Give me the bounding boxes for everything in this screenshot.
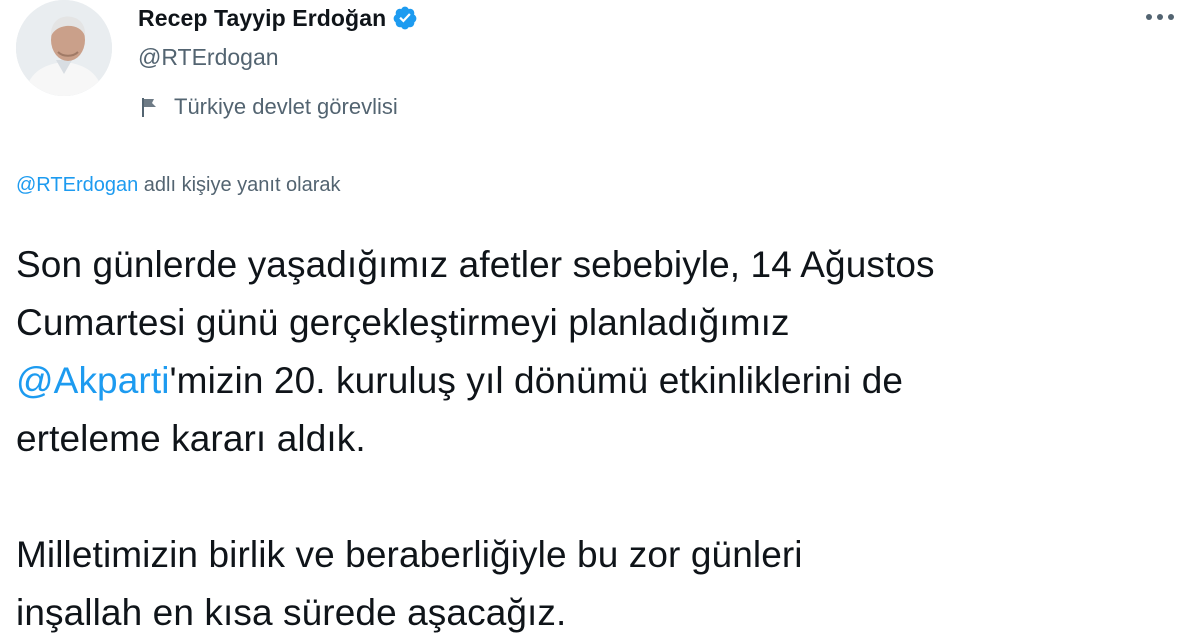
tweet-line: Son günlerde yaşadığımız afetler sebebiy… (16, 244, 935, 285)
government-flag-icon (138, 95, 162, 119)
avatar-photo (16, 0, 112, 96)
reply-mention-link[interactable]: @RTErdogan (16, 174, 138, 196)
account-label: Türkiye devlet görevlisi (138, 90, 398, 124)
tweet-line: Cumartesi günü gerçekleştirmeyi planladı… (16, 302, 790, 343)
tweet-line-rest: 'mizin 20. kuruluş yıl dönümü etkinlikle… (169, 360, 904, 401)
tweet-line: Milletimizin birlik ve beraberliğiyle bu… (16, 534, 803, 575)
reply-context: @RTErdogan adlı kişiye yanıt olarak (16, 174, 341, 197)
tweet-text: Son günlerde yaşadığımız afetler sebebiy… (16, 236, 1186, 642)
author-name-row[interactable]: Recep Tayyip Erdoğan (138, 0, 418, 36)
account-label-text: Türkiye devlet görevlisi (174, 94, 398, 119)
reply-context-text: adlı kişiye yanıt olarak (138, 174, 341, 196)
avatar[interactable] (16, 0, 112, 96)
more-options-icon[interactable] (1140, 2, 1180, 32)
author-handle[interactable]: @RTErdogan (138, 44, 279, 71)
akparti-mention-link[interactable]: @Akparti (16, 360, 170, 401)
tweet-line: @Akparti'mizin 20. kuruluş yıl dönümü et… (16, 352, 1186, 410)
verified-badge-icon[interactable] (392, 5, 418, 31)
tweet-line: erteleme kararı aldık. (16, 418, 366, 459)
tweet-line: inşallah en kısa sürede aşacağız. (16, 592, 567, 633)
author-name[interactable]: Recep Tayyip Erdoğan (138, 5, 386, 32)
